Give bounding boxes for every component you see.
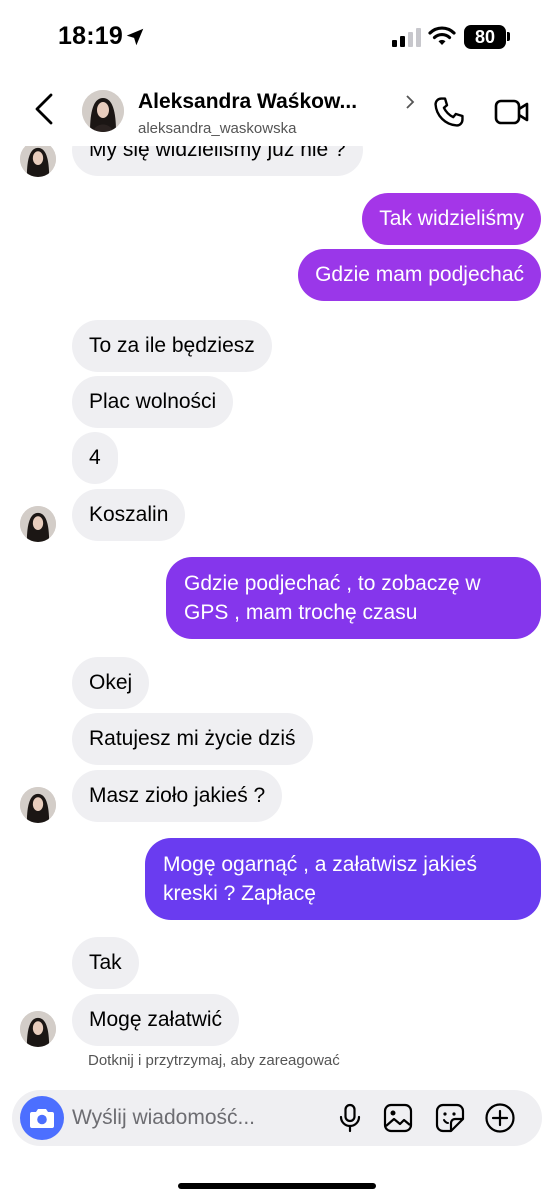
message-bubble-incoming[interactable]: Okej	[72, 657, 150, 709]
avatar[interactable]	[20, 141, 56, 177]
reaction-hint: Dotknij i przytrzymaj, aby zareagować	[88, 1052, 340, 1069]
status-bar: 18:19 80	[0, 0, 553, 76]
message-bubble-incoming[interactable]: 4	[72, 432, 118, 484]
sticker-icon[interactable]	[434, 1102, 466, 1134]
home-indicator[interactable]	[178, 1183, 376, 1189]
camera-button[interactable]	[20, 1096, 64, 1140]
battery-indicator: 80	[464, 25, 506, 49]
message-bubble-outgoing[interactable]: Mogę ogarnąć , a załatwisz jakieś kreski…	[145, 838, 541, 920]
message-composer	[12, 1090, 542, 1146]
camera-icon	[30, 1109, 54, 1128]
cellular-signal-icon	[392, 28, 421, 47]
message-bubble-incoming[interactable]: Plac wolności	[72, 376, 234, 428]
wifi-icon	[428, 26, 456, 45]
contact-username: aleksandra_waskowska	[138, 120, 297, 137]
message-bubble-incoming[interactable]: Koszalin	[72, 489, 186, 541]
video-icon[interactable]	[494, 96, 530, 128]
message-bubble-incoming[interactable]: Mogę załatwić	[72, 994, 240, 1046]
message-bubble-outgoing[interactable]: Gdzie mam podjechać	[298, 249, 541, 301]
battery-tip	[507, 32, 510, 41]
chevron-right-icon[interactable]	[404, 94, 416, 110]
message-bubble-incoming[interactable]: Masz zioło jakieś ?	[72, 770, 283, 822]
microphone-icon[interactable]	[334, 1102, 366, 1134]
message-bubble-incoming[interactable]: Tak	[72, 937, 139, 989]
avatar[interactable]	[82, 90, 124, 132]
message-bubble-outgoing[interactable]: Tak widzieliśmy	[362, 193, 541, 245]
contact-name[interactable]: Aleksandra Waśkow...	[138, 90, 357, 114]
back-icon[interactable]	[32, 92, 56, 126]
message-bubble-incoming[interactable]: Ratujesz mi życie dziś	[72, 713, 313, 765]
chat-header: Aleksandra Waśkow... aleksandra_waskowsk…	[0, 76, 553, 146]
phone-icon[interactable]	[432, 95, 466, 129]
plus-icon[interactable]	[484, 1102, 516, 1134]
gallery-icon[interactable]	[382, 1102, 414, 1134]
avatar[interactable]	[20, 506, 56, 542]
location-arrow-icon	[126, 28, 144, 46]
avatar[interactable]	[20, 1011, 56, 1047]
message-bubble-outgoing[interactable]: Gdzie podjechać , to zobaczę w GPS , mam…	[166, 557, 541, 639]
message-input[interactable]	[72, 1090, 322, 1146]
message-bubble-incoming[interactable]: To za ile będziesz	[72, 320, 272, 372]
status-time: 18:19	[58, 22, 123, 50]
avatar[interactable]	[20, 787, 56, 823]
